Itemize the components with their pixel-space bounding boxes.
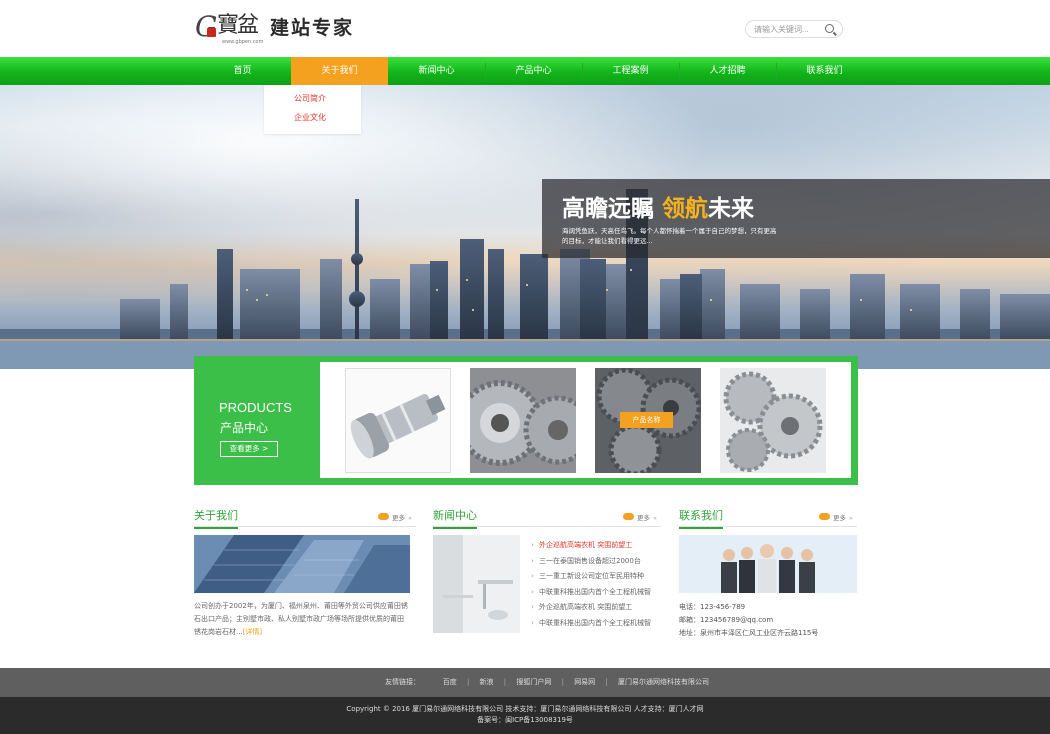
news-section: 新闻中心 更多 外企巡航高端农机 突围前望工 三一在泰国销售设备超过2000台 … (433, 505, 661, 633)
link-separator: | (561, 678, 564, 686)
footer: Copyright © 2016 厦门易尔通网络科技有限公司 技术支持：厦门易尔… (0, 697, 1050, 734)
gear-wheel-image (470, 368, 576, 473)
gear-set-image (720, 368, 826, 473)
search-box (745, 20, 843, 38)
about-title: 关于我们 (194, 509, 238, 529)
spindle-image (346, 369, 450, 472)
friend-links-label: 友情链接： (385, 678, 420, 686)
logo-calligraphy: 寶盆 (217, 13, 259, 38)
news-more-link[interactable]: 更多 (623, 512, 657, 522)
logo-letter: G (195, 10, 218, 43)
dropdown-item-culture[interactable]: 企业文化 (264, 108, 361, 127)
link-separator: | (466, 678, 470, 686)
nav-item-about[interactable]: 关于我们 (291, 57, 388, 85)
news-item[interactable]: 中联重科推出国内首个全工程机械智 (531, 616, 651, 632)
slogan-part1: 高瞻远瞩 (562, 196, 663, 222)
link-separator: | (503, 678, 507, 686)
news-item[interactable]: 三一在泰国销售设备超过2000台 (531, 554, 651, 570)
about-text: 公司创办于2002年，为厦门、福州泉州、莆田等外贸公司供应莆田锈石出口产品；主别… (194, 600, 410, 639)
product-name-tag[interactable]: 产品名称 (620, 412, 673, 428)
slogan-highlight: 领航 (662, 196, 709, 222)
contact-header: 联系我们 更多 (679, 505, 857, 529)
products-more-button[interactable]: 查看更多 > (220, 441, 278, 457)
slogan-part2: 未来 (708, 196, 755, 222)
news-item[interactable]: 中联重科推出国内首个全工程机械智 (531, 585, 651, 601)
logo-title: 建站专家 (270, 17, 355, 39)
slogan-panel: 高瞻远瞩 领航未来 海阔凭鱼跃，天高任鸟飞。每个人都怀揣着一个属于自己的梦想，只… (542, 179, 1050, 258)
nav-item-home[interactable]: 首页 (194, 57, 291, 85)
nav-item-products[interactable]: 产品中心 (485, 57, 582, 85)
contact-team-image (679, 535, 857, 593)
products-section: PRODUCTS 产品中心 查看更多 > 产品名称 (0, 356, 1050, 505)
contact-phone: 电话：123-456-789 (679, 603, 746, 611)
products-title-zh: 产品中心 (220, 421, 269, 435)
friend-link-sina[interactable]: 新浪 (480, 678, 494, 686)
banner-slogan: 高瞻远瞩 领航未来 (562, 189, 754, 223)
hero-banner: 高瞻远瞩 领航未来 海阔凭鱼跃，天高任鸟飞。每个人都怀揣着一个属于自己的梦想，只… (0, 85, 1050, 369)
products-title-en: PRODUCTS (219, 400, 292, 415)
friend-links-bar: 友情链接： 百度 | 新浪 | 搜狐门户网 | 网易网 | 厦门易尔通网络科技有… (0, 668, 1050, 697)
site-logo[interactable]: G 寶盆 建站专家 www.gbpen.com (195, 12, 355, 48)
nav-item-news[interactable]: 新闻中心 (388, 57, 485, 85)
product-image-spindle[interactable] (345, 368, 451, 473)
footer-icp: 备案号：闽ICP备13008319号 (477, 716, 573, 724)
news-list: 外企巡航高端农机 突围前望工 三一在泰国销售设备超过2000台 三一重工新设公司… (531, 538, 651, 631)
news-item[interactable]: 外企巡航高端农机 突围前望工 (531, 600, 651, 616)
friend-link-company[interactable]: 厦门易尔通网络科技有限公司 (618, 678, 709, 686)
friend-link-sohu[interactable]: 搜狐门户网 (516, 678, 551, 686)
product-image-gear-set[interactable] (720, 368, 826, 473)
banner-subtext: 海阔凭鱼跃，天高任鸟飞。每个人都怀揣着一个属于自己的梦想，只有更高的目标，才能让… (562, 227, 777, 245)
about-dropdown: 公司简介 企业文化 (264, 85, 361, 134)
news-office-image (433, 535, 520, 633)
contact-info: 电话：123-456-789 邮箱：123456789@qq.com 地址：泉州… (679, 601, 818, 640)
logo-seal-icon (207, 28, 216, 37)
nav-item-cases[interactable]: 工程案例 (582, 57, 679, 85)
nav-item-jobs[interactable]: 人才招聘 (679, 57, 776, 85)
friend-link-baidu[interactable]: 百度 (443, 678, 457, 686)
contact-address: 地址：泉州市丰泽区仁风工业区齐云路115号 (679, 629, 819, 637)
news-item[interactable]: 三一重工新设公司定位军民用特种 (531, 569, 651, 585)
news-header: 新闻中心 更多 (433, 505, 661, 529)
dropdown-item-company-intro[interactable]: 公司简介 (264, 89, 361, 108)
link-separator: | (605, 678, 608, 686)
contact-section: 联系我们 更多 电话：123-456-789 邮箱：123456789@qq.c… (679, 505, 857, 637)
product-image-gears-highlighted[interactable]: 产品名称 (595, 368, 701, 473)
news-title: 新闻中心 (433, 509, 477, 529)
search-icon[interactable] (825, 24, 834, 33)
contact-email[interactable]: 邮箱：123456789@qq.com (679, 614, 818, 627)
about-more-link[interactable]: 更多 (378, 512, 412, 522)
header: G 寶盆 建站专家 www.gbpen.com (0, 0, 1050, 57)
search-input[interactable] (754, 21, 824, 37)
contact-title: 联系我们 (679, 509, 723, 529)
product-image-gear-wheel[interactable] (470, 368, 576, 473)
main-nav: 首页 关于我们 新闻中心 产品中心 工程案例 人才招聘 联系我们 (0, 57, 1050, 85)
about-header: 关于我们 更多 (194, 505, 416, 529)
about-detail-link[interactable]: [详情] (243, 628, 262, 636)
about-body: 公司创办于2002年，为厦门、福州泉州、莆田等外贸公司供应莆田锈石出口产品；主别… (194, 602, 408, 636)
footer-copyright: Copyright © 2016 厦门易尔通网络科技有限公司 技术支持：厦门易尔… (346, 705, 704, 713)
about-building-image (194, 535, 410, 593)
friend-links: 友情链接： 百度 | 新浪 | 搜狐门户网 | 网易网 | 厦门易尔通网络科技有… (385, 668, 709, 697)
news-item[interactable]: 外企巡航高端农机 突围前望工 (531, 538, 651, 554)
logo-url: www.gbpen.com (222, 39, 264, 45)
contact-more-link[interactable]: 更多 (819, 512, 853, 522)
link-separator (430, 678, 432, 686)
nav-item-contact[interactable]: 联系我们 (776, 57, 873, 85)
friend-link-netease[interactable]: 网易网 (574, 678, 595, 686)
about-section: 关于我们 更多 公司创办于2002年，为厦门、福州泉州、莆田等外贸公司供应莆田锈… (194, 505, 416, 636)
